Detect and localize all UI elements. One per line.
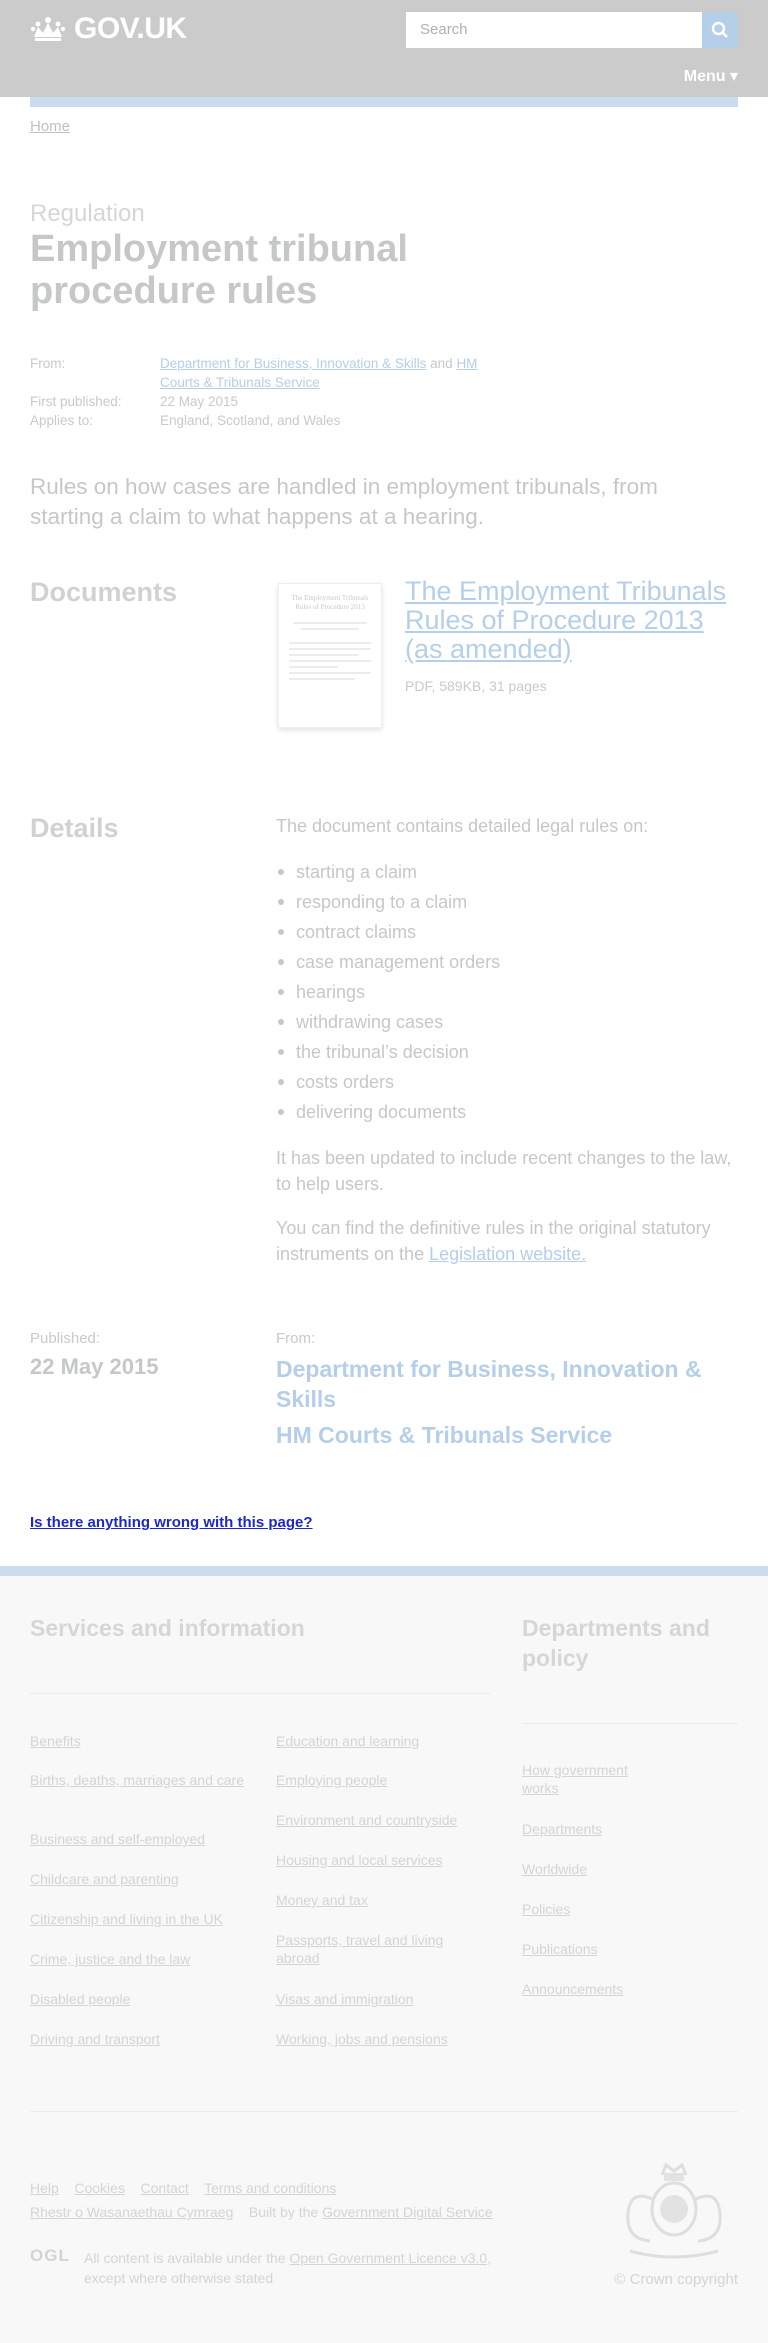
menu-toggle[interactable]: Menu ▾ xyxy=(684,66,738,86)
list-item: delivering documents xyxy=(276,1097,736,1127)
footer-link-money[interactable]: Money and tax xyxy=(276,1891,496,1909)
footer-link-how-government-works[interactable]: How government works xyxy=(522,1761,662,1797)
footer-link-disabled[interactable]: Disabled people xyxy=(30,1990,250,2008)
published-date: 22 May 2015 xyxy=(30,1354,159,1379)
page-title: Employment tribunal procedure rules xyxy=(30,228,408,312)
list-item: costs orders xyxy=(276,1067,736,1097)
document-meta: PDF, 589KB, 31 pages xyxy=(405,678,547,694)
footer-link-visas[interactable]: Visas and immigration xyxy=(276,1990,496,2008)
details-list: starting a claim responding to a claim c… xyxy=(276,857,736,1127)
first-published-date: 22 May 2015 xyxy=(160,394,239,409)
list-item: responding to a claim xyxy=(276,887,736,917)
departments-divider xyxy=(522,1723,738,1724)
documents-heading: Documents xyxy=(30,577,178,607)
legislation-link[interactable]: Legislation website. xyxy=(429,1244,586,1264)
footer-link-employing[interactable]: Employing people xyxy=(276,1771,496,1789)
footer-link-citizenship[interactable]: Citizenship and living in the UK xyxy=(30,1910,260,1928)
built-by-text: Built by the xyxy=(248,2204,319,2220)
search-input[interactable]: Search xyxy=(406,12,702,48)
footer-meta-row-2: Rhestr o Wasanaethau Cymraeg Built by th… xyxy=(30,2204,492,2220)
list-item: starting a claim xyxy=(276,857,736,887)
applies-to-label: Applies to: xyxy=(30,413,94,428)
document-link[interactable]: The Employment Tribunals Rules of Proced… xyxy=(405,576,726,664)
ogl-logo: OGL xyxy=(30,2246,70,2265)
govuk-logo[interactable]: GOV.UK xyxy=(30,12,187,46)
site-footer: Services and information Departments and… xyxy=(0,1566,768,2343)
footer-meta-links: Help Cookies Contact Terms and condition… xyxy=(30,2180,336,2196)
from-org-link-bis[interactable]: Department for Business, Innovation & Sk… xyxy=(160,356,426,371)
first-published-label: First published: xyxy=(30,394,122,409)
search-icon xyxy=(711,21,728,38)
footer-link-publications[interactable]: Publications xyxy=(522,1940,722,1958)
footer-link-passports[interactable]: Passports, travel and living abroad xyxy=(276,1931,476,1967)
services-divider xyxy=(30,1693,490,1694)
footer-link-worldwide[interactable]: Worldwide xyxy=(522,1860,722,1878)
footer-link-announcements[interactable]: Announcements xyxy=(522,1980,722,1998)
details-heading: Details xyxy=(30,813,119,843)
footer-link-childcare[interactable]: Childcare and parenting xyxy=(30,1870,250,1888)
list-item: contract claims xyxy=(276,917,736,947)
site-header: GOV.UK Search Menu ▾ xyxy=(0,0,768,97)
services-heading: Services and information xyxy=(30,1615,305,1641)
footer-link-departments[interactable]: Departments xyxy=(522,1820,722,1838)
gds-link[interactable]: Government Digital Service xyxy=(322,2204,492,2220)
footer-link-births[interactable]: Births, deaths, marriages and care xyxy=(30,1771,250,1789)
search-form: Search xyxy=(406,12,738,48)
footer-link-housing[interactable]: Housing and local services xyxy=(276,1851,496,1869)
departments-heading: Departments and policy xyxy=(522,1615,710,1671)
breadcrumb-home[interactable]: Home xyxy=(30,118,70,135)
list-item: the tribunal’s decision xyxy=(276,1037,736,1067)
footer-help-link[interactable]: Help xyxy=(30,2180,59,2196)
footer-welsh-link[interactable]: Rhestr o Wasanaethau Cymraeg xyxy=(30,2204,233,2220)
page-caption: Regulation xyxy=(30,200,145,227)
from-label: From: xyxy=(30,356,66,371)
document-thumbnail[interactable]: The Employment Tribunals Rules of Proced… xyxy=(278,583,382,728)
applies-to-value: England, Scotland, and Wales xyxy=(160,413,341,428)
footer-contact-link[interactable]: Contact xyxy=(141,2180,189,2196)
breadcrumb: Home xyxy=(30,118,70,135)
published-org-hmcts[interactable]: HM Courts & Tribunals Service xyxy=(276,1420,736,1450)
crown-copyright[interactable]: © Crown copyright xyxy=(614,2271,738,2288)
published-label: Published: xyxy=(30,1330,101,1347)
published-from-orgs: Department for Business, Innovation & Sk… xyxy=(276,1354,736,1456)
thumbnail-title: The Employment Tribunals Rules of Proced… xyxy=(291,594,369,611)
footer-link-driving[interactable]: Driving and transport xyxy=(30,2030,250,2048)
list-item: case management orders xyxy=(276,947,736,977)
crown-icon xyxy=(30,17,66,41)
published-org-bis[interactable]: Department for Business, Innovation & Sk… xyxy=(276,1354,736,1414)
search-button[interactable] xyxy=(702,12,738,48)
from-and: and xyxy=(430,356,453,371)
details-intro: The document contains detailed legal rul… xyxy=(276,816,649,836)
footer-link-education[interactable]: Education and learning xyxy=(276,1732,496,1750)
footer-terms-link[interactable]: Terms and conditions xyxy=(204,2180,336,2196)
footer-link-policies[interactable]: Policies xyxy=(522,1900,722,1918)
published-from-label: From: xyxy=(276,1330,316,1347)
lead-paragraph: Rules on how cases are handled in employ… xyxy=(30,474,658,529)
details-paragraph-2: You can find the definitive rules in the… xyxy=(276,1215,736,1267)
licence-text-1: All content is available under the xyxy=(84,2250,286,2266)
footer-cookies-link[interactable]: Cookies xyxy=(74,2180,125,2196)
header-blue-bar xyxy=(30,97,738,107)
footer-link-benefits[interactable]: Benefits xyxy=(30,1732,250,1750)
list-item: hearings xyxy=(276,977,736,1007)
footer-link-business[interactable]: Business and self-employed xyxy=(30,1830,250,1848)
details-paragraph-1: It has been updated to include recent ch… xyxy=(276,1148,732,1194)
footer-link-working[interactable]: Working, jobs and pensions xyxy=(276,2030,496,2048)
logo-text: GOV.UK xyxy=(74,12,187,45)
report-problem-link[interactable]: Is there anything wrong with this page? xyxy=(30,1514,313,1531)
royal-coat-of-arms-icon xyxy=(626,2162,722,2259)
licence-link[interactable]: Open Government Licence v3.0, xyxy=(289,2250,491,2266)
footer-divider xyxy=(30,2111,738,2112)
licence-text-2: except where otherwise stated xyxy=(84,2270,274,2286)
metadata: From: Department for Business, Innovatio… xyxy=(30,354,490,430)
licence-text: All content is available under the Open … xyxy=(84,2248,544,2288)
footer-link-crime[interactable]: Crime, justice and the law xyxy=(30,1950,260,1968)
details-body: The document contains detailed legal rul… xyxy=(276,813,736,1267)
footer-link-environment[interactable]: Environment and countryside xyxy=(276,1811,496,1829)
document-title: The Employment Tribunals Rules of Proced… xyxy=(405,577,745,664)
list-item: withdrawing cases xyxy=(276,1007,736,1037)
